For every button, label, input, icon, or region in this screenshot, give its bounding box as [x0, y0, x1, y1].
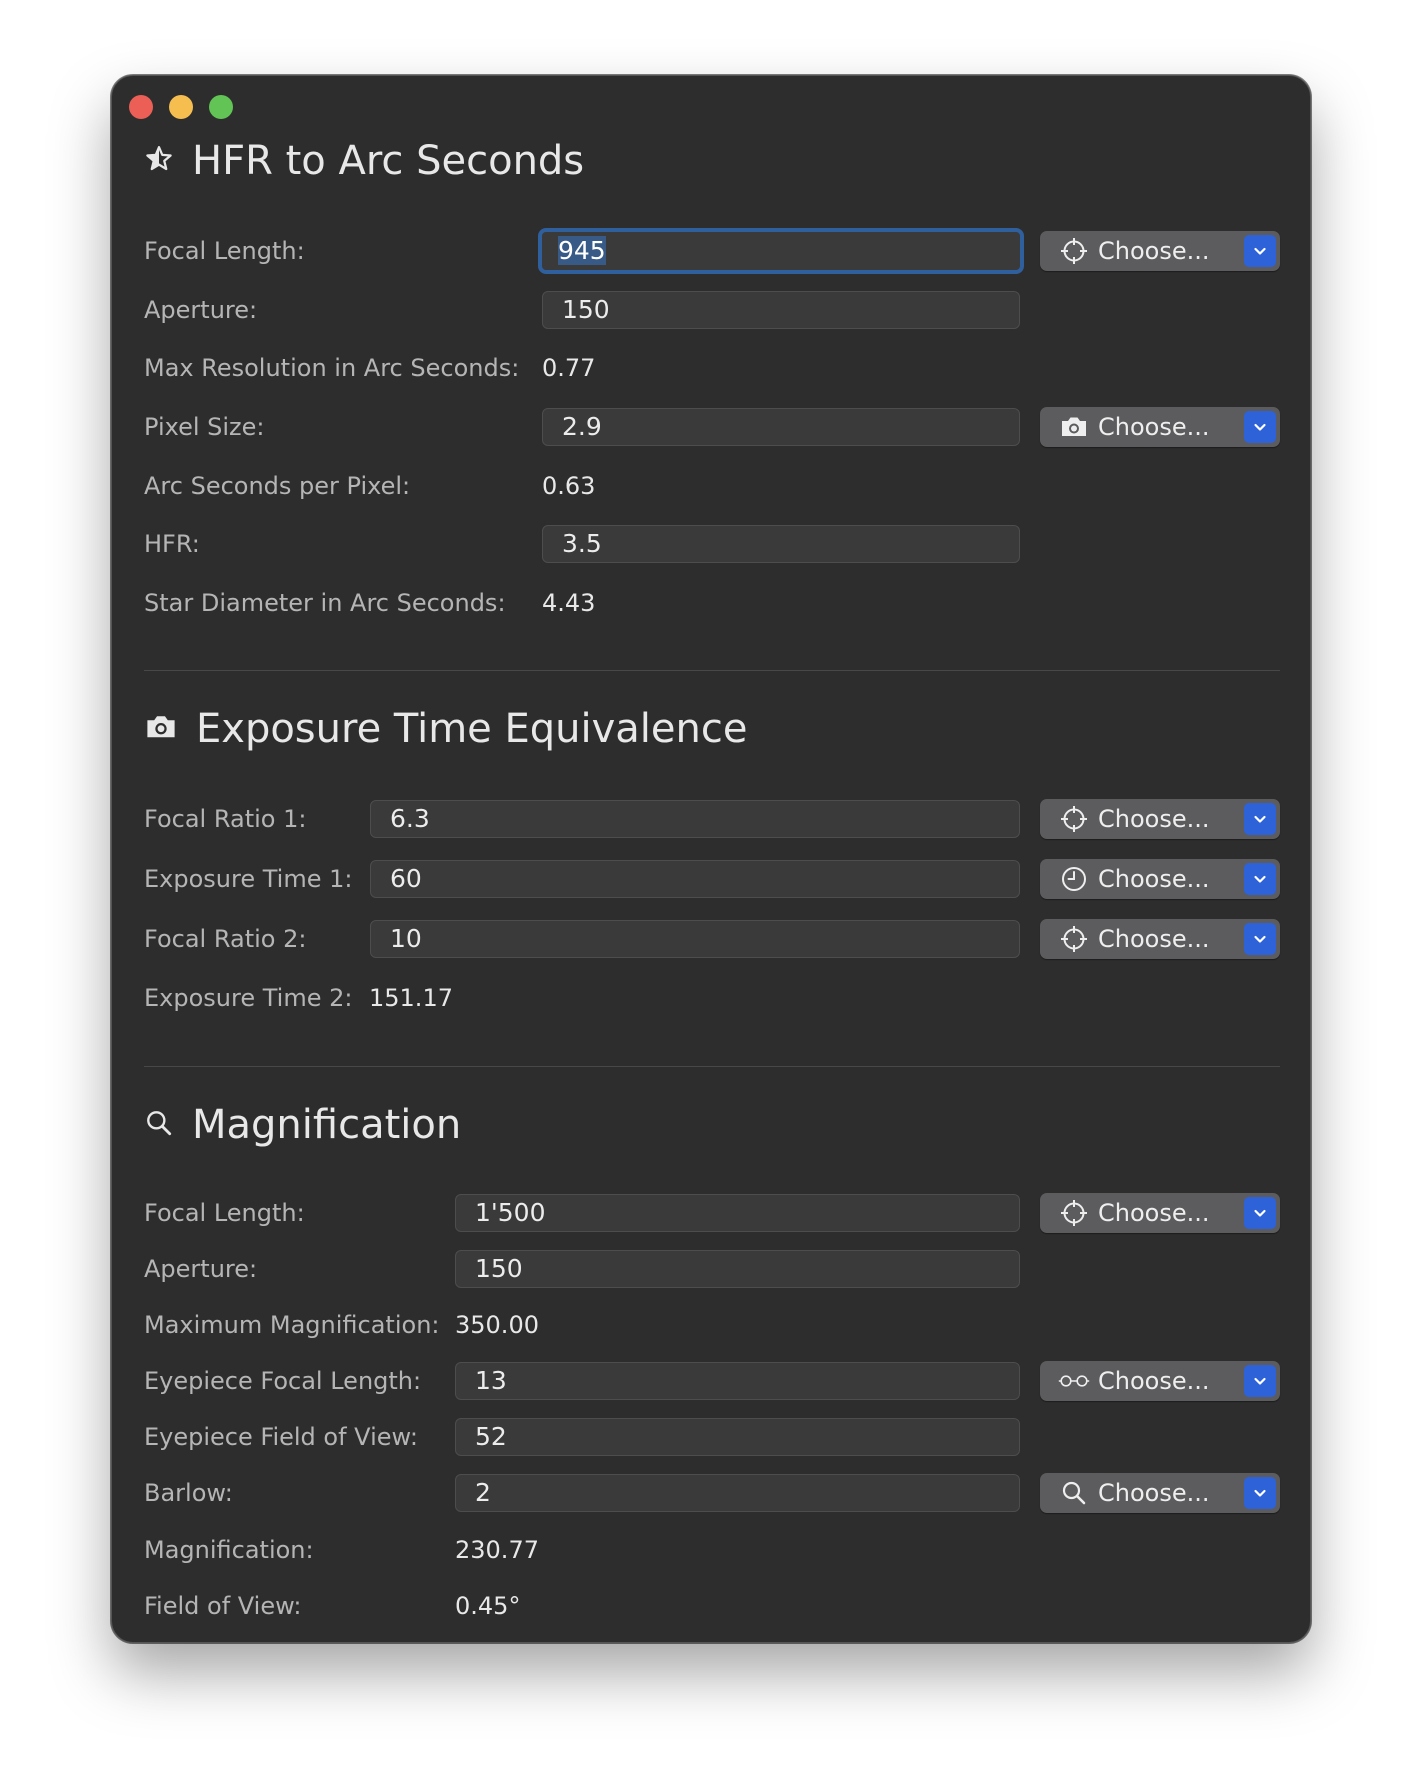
hfr-aperture-label: Aperture:: [144, 296, 258, 324]
crosshair-icon: [1058, 803, 1090, 835]
clock-icon: [1058, 863, 1090, 895]
chevron-down-icon[interactable]: [1244, 923, 1276, 955]
exposure-time-1-input[interactable]: 60: [370, 860, 1020, 898]
hfr-choose-camera-label: Choose...: [1098, 413, 1210, 441]
exposure-focal-ratio-1-input[interactable]: 6.3: [370, 800, 1020, 838]
crosshair-icon: [1058, 1197, 1090, 1229]
hfr-hfr-label: HFR:: [144, 530, 200, 558]
window-close-button[interactable]: [129, 95, 153, 119]
mag-choose-barlow-button[interactable]: Choose...: [1040, 1473, 1280, 1513]
hfr-star-diameter-label: Star Diameter in Arc Seconds:: [144, 589, 506, 617]
hfr-focal-length-label: Focal Length:: [144, 237, 305, 265]
mag-max-magnification-label: Maximum Magnification:: [144, 1311, 440, 1339]
camera-icon: [1058, 411, 1090, 443]
exposure-choose-ratio-2-label: Choose...: [1098, 925, 1210, 953]
hfr-choose-camera-button[interactable]: Choose...: [1040, 407, 1280, 447]
camera-icon: [144, 706, 178, 752]
mag-aperture-label: Aperture:: [144, 1255, 258, 1283]
chevron-down-icon[interactable]: [1244, 1197, 1276, 1229]
section-divider: [144, 1066, 1280, 1067]
mag-eyepiece-fov-input[interactable]: 52: [455, 1418, 1020, 1456]
hfr-aperture-input[interactable]: 150: [542, 291, 1020, 329]
exposure-focal-ratio-2-input[interactable]: 10: [370, 920, 1020, 958]
hfr-choose-telescope-button[interactable]: Choose...: [1040, 231, 1280, 271]
crosshair-icon: [1058, 235, 1090, 267]
exposure-choose-time-1-label: Choose...: [1098, 865, 1210, 893]
exposure-time-2-value: 151.17: [369, 984, 453, 1012]
hfr-star-diameter-value: 4.43: [542, 589, 596, 617]
mag-barlow-input[interactable]: 2: [455, 1474, 1020, 1512]
exposure-choose-ratio-2-button[interactable]: Choose...: [1040, 919, 1280, 959]
mag-field-of-view-value: 0.45°: [455, 1592, 521, 1620]
exposure-focal-ratio-1-label: Focal Ratio 1:: [144, 805, 307, 833]
mag-field-of-view-label: Field of View:: [144, 1592, 302, 1620]
mag-barlow-label: Barlow:: [144, 1479, 233, 1507]
chevron-down-icon[interactable]: [1244, 411, 1276, 443]
exposure-time-2-label: Exposure Time 2:: [144, 984, 353, 1012]
hfr-pixel-size-label: Pixel Size:: [144, 413, 265, 441]
mag-choose-telescope-label: Choose...: [1098, 1199, 1210, 1227]
star-icon: [144, 138, 174, 184]
window-zoom-button[interactable]: [209, 95, 233, 119]
chevron-down-icon[interactable]: [1244, 1477, 1276, 1509]
section-magnification-title: Magnification: [144, 1102, 461, 1148]
hfr-choose-telescope-label: Choose...: [1098, 237, 1210, 265]
exposure-focal-ratio-2-label: Focal Ratio 2:: [144, 925, 307, 953]
window-minimize-button[interactable]: [169, 95, 193, 119]
mag-choose-barlow-label: Choose...: [1098, 1479, 1210, 1507]
chevron-down-icon[interactable]: [1244, 863, 1276, 895]
mag-focal-length-label: Focal Length:: [144, 1199, 305, 1227]
exposure-choose-time-1-button[interactable]: Choose...: [1040, 859, 1280, 899]
mag-focal-length-input[interactable]: 1'500: [455, 1194, 1020, 1232]
exposure-choose-ratio-1-label: Choose...: [1098, 805, 1210, 833]
chevron-down-icon[interactable]: [1244, 803, 1276, 835]
section-hfr-title: HFR to Arc Seconds: [144, 138, 584, 184]
magnifier-icon: [144, 1102, 174, 1148]
mag-magnification-label: Magnification:: [144, 1536, 314, 1564]
mag-magnification-value: 230.77: [455, 1536, 539, 1564]
mag-eyepiece-focal-length-label: Eyepiece Focal Length:: [144, 1367, 422, 1395]
section-magnification-heading: Magnification: [192, 1102, 462, 1148]
hfr-pixel-size-input[interactable]: 2.9: [542, 408, 1020, 446]
hfr-max-resolution-value: 0.77: [542, 354, 596, 382]
mag-max-magnification-value: 350.00: [455, 1311, 539, 1339]
mag-aperture-input[interactable]: 150: [455, 1250, 1020, 1288]
eyepiece-icon: [1058, 1365, 1090, 1397]
hfr-arcsec-per-pixel-value: 0.63: [542, 472, 596, 500]
hfr-arcsec-per-pixel-label: Arc Seconds per Pixel:: [144, 472, 411, 500]
section-divider: [144, 670, 1280, 671]
hfr-focal-length-input[interactable]: 945: [538, 228, 1024, 274]
hfr-max-resolution-label: Max Resolution in Arc Seconds:: [144, 354, 520, 382]
mag-eyepiece-fov-label: Eyepiece Field of View:: [144, 1423, 418, 1451]
exposure-choose-ratio-1-button[interactable]: Choose...: [1040, 799, 1280, 839]
chevron-down-icon[interactable]: [1244, 235, 1276, 267]
hfr-focal-length-value: 945: [558, 236, 606, 265]
mag-eyepiece-focal-length-input[interactable]: 13: [455, 1362, 1020, 1400]
hfr-hfr-input[interactable]: 3.5: [542, 525, 1020, 563]
magnifier-icon: [1058, 1477, 1090, 1509]
calculator-window: HFR to Arc Seconds Focal Length: 945 Cho…: [111, 75, 1311, 1643]
mag-choose-telescope-button[interactable]: Choose...: [1040, 1193, 1280, 1233]
mag-choose-eyepiece-label: Choose...: [1098, 1367, 1210, 1395]
section-exposure-title: Exposure Time Equivalence: [144, 706, 747, 752]
section-hfr-heading: HFR to Arc Seconds: [192, 138, 585, 184]
mag-choose-eyepiece-button[interactable]: Choose...: [1040, 1361, 1280, 1401]
crosshair-icon: [1058, 923, 1090, 955]
exposure-time-1-label: Exposure Time 1:: [144, 865, 353, 893]
chevron-down-icon[interactable]: [1244, 1365, 1276, 1397]
section-exposure-heading: Exposure Time Equivalence: [196, 706, 748, 752]
